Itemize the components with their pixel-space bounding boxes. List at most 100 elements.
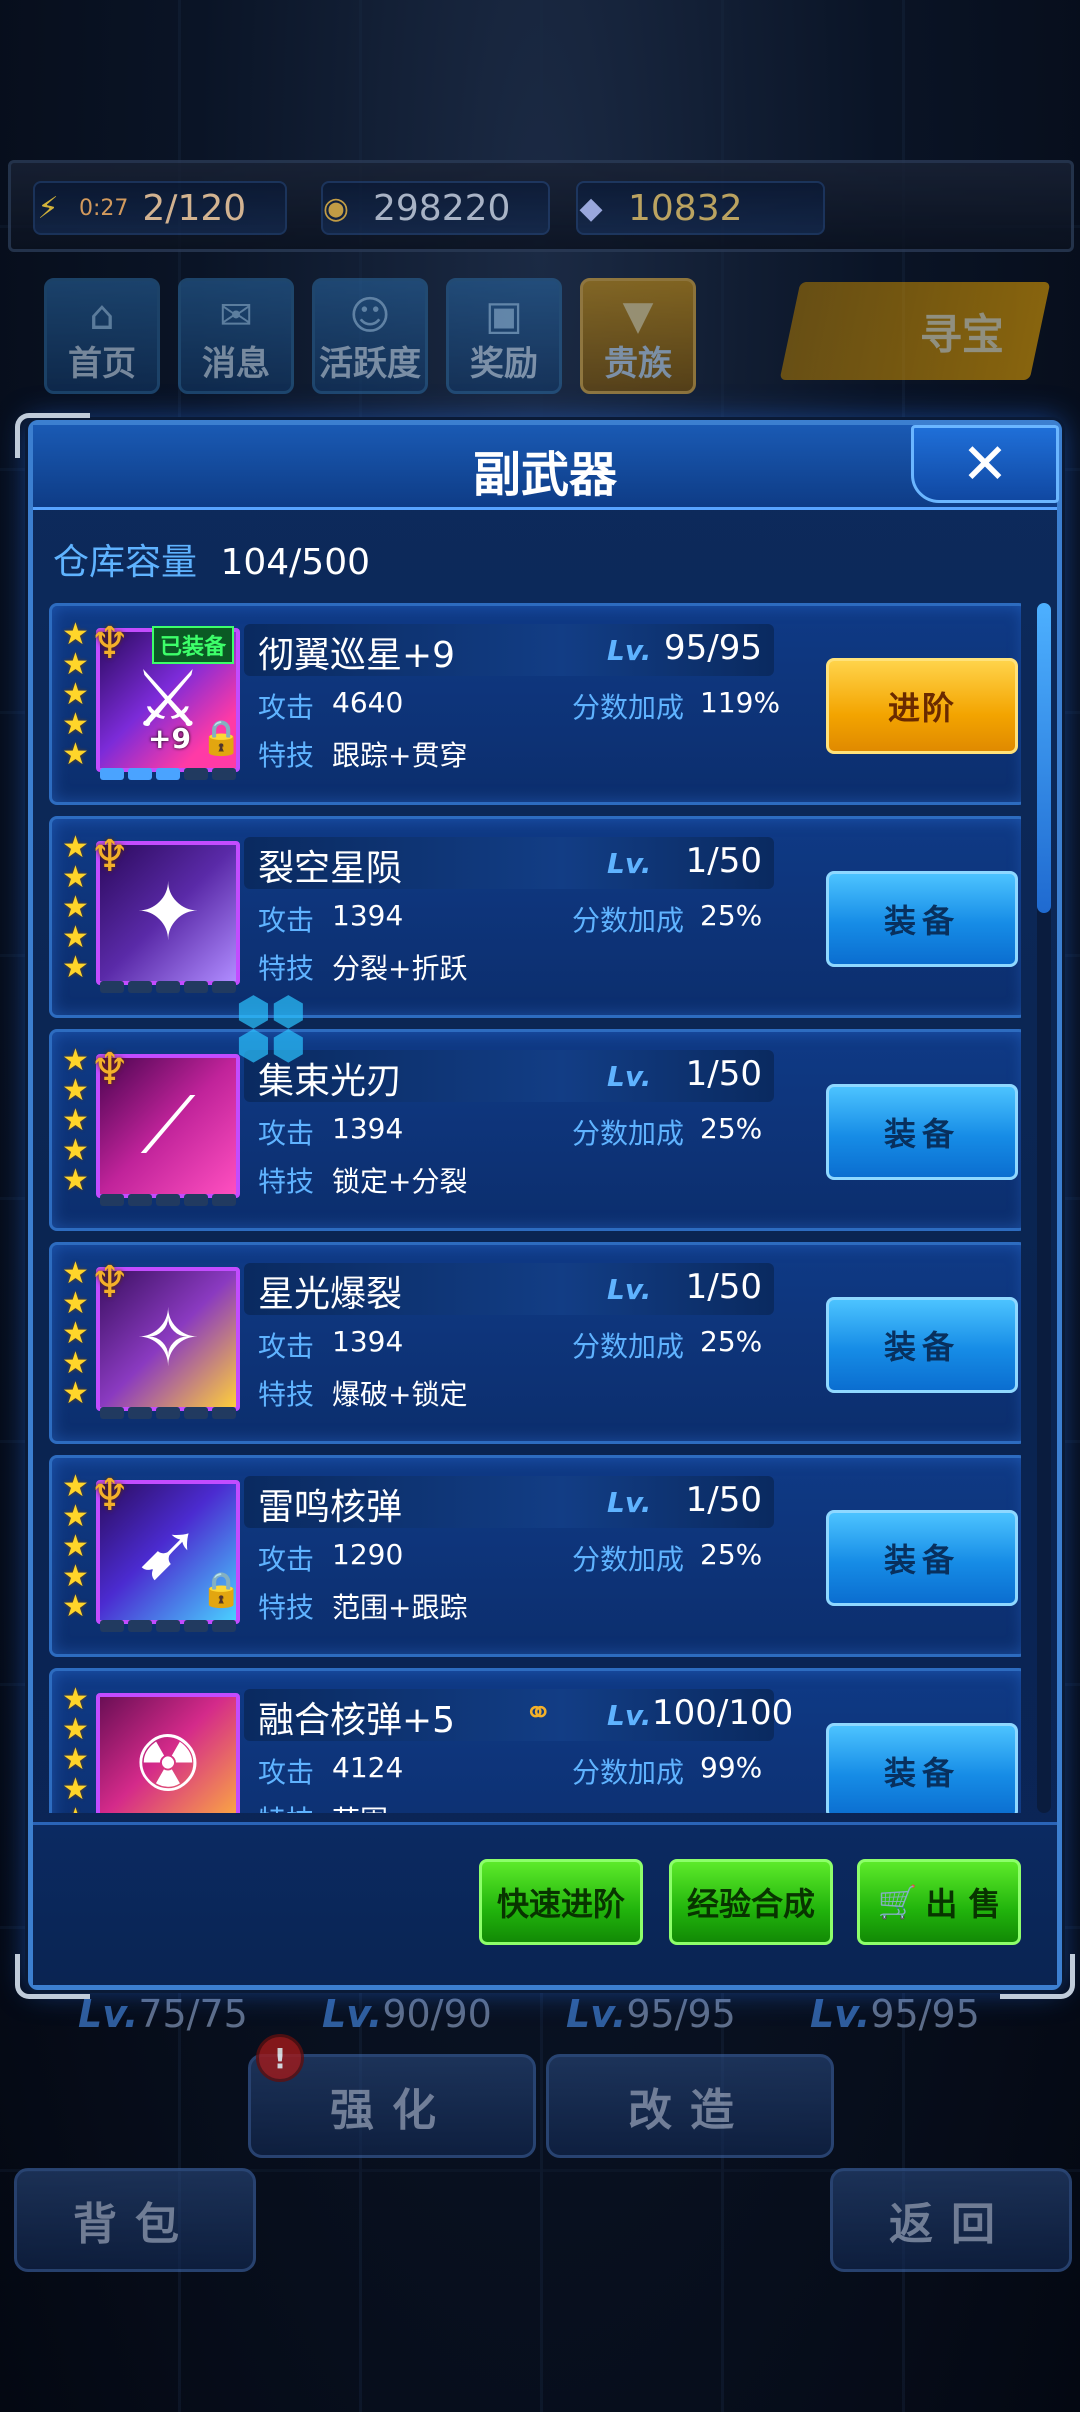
nav-home[interactable]: ⌂ 首页: [44, 278, 160, 394]
bonus-value: 25%: [700, 899, 763, 932]
close-button[interactable]: ✕: [911, 425, 1059, 503]
upgrade-slots: [100, 768, 236, 780]
nav-rewards-label: 奖励: [470, 344, 538, 384]
level-label: Lv.: [607, 1273, 652, 1306]
capacity-value: 104/500: [220, 542, 371, 583]
gem-value: 10832: [628, 187, 743, 229]
slot: [100, 768, 124, 780]
skill-value: 爆破+锁定: [332, 1378, 468, 1411]
skill-label: 特技: [258, 952, 315, 985]
coin-icon: ◉: [322, 190, 350, 226]
coin-display[interactable]: ◉ 298220: [321, 181, 550, 235]
lock-icon: 🔒: [200, 718, 243, 758]
attack-label: 攻击: [258, 691, 315, 724]
treasure-label: 寻宝: [919, 309, 1004, 359]
nav-rewards[interactable]: ▣ 奖励: [446, 278, 562, 394]
skill-value: 分裂+折跃: [332, 952, 468, 985]
panel-title: 副武器: [472, 447, 617, 503]
slot: [184, 1407, 208, 1419]
attack-value: 1394: [332, 1325, 404, 1358]
quick-advance-button[interactable]: 快速进阶: [479, 1859, 643, 1945]
alert-badge: !: [256, 2034, 304, 2082]
star-icon: ★: [62, 950, 89, 985]
cart-icon: 🛒: [877, 1883, 918, 1921]
equip-button[interactable]: 装备: [826, 1297, 1018, 1393]
equip-button[interactable]: 装备: [826, 1723, 1018, 1813]
skill-label: 特技: [258, 739, 315, 772]
bonus-value: 99%: [700, 1751, 763, 1784]
star-icon: ★: [62, 1712, 89, 1747]
star-icon: ★: [62, 677, 89, 712]
nav-noble[interactable]: ▼ 贵族: [580, 278, 696, 394]
energy-display[interactable]: ⚡ 0:27 2/120: [33, 181, 287, 235]
list-item[interactable]: ➹ ★ ★ ★ ★ ★ ♆ 🔒 雷鸣核弹 Lv. 1/50 攻击 1290 分数加成 2…: [49, 1455, 1021, 1657]
scrollbar-thumb[interactable]: [1037, 603, 1051, 913]
rank-emblem-icon: ♆: [90, 1044, 130, 1095]
level-value: 100/100: [652, 1693, 794, 1733]
capacity-label: 仓库容量: [53, 542, 198, 583]
slot: [100, 981, 124, 993]
advance-button[interactable]: 进阶: [826, 658, 1018, 754]
star-icon: ★: [62, 707, 89, 742]
coin-value: 298220: [373, 187, 511, 229]
upgrade-slots: [100, 1407, 236, 1419]
slot: [156, 768, 180, 780]
level-value: 1/50: [685, 1267, 762, 1307]
weapon-thumbnail[interactable]: ☢: [96, 1693, 240, 1813]
back-button[interactable]: 返回: [830, 2168, 1072, 2272]
energy-timer: 0:27: [79, 195, 129, 221]
bg-level-4: Lv.95/95: [810, 1992, 980, 2036]
equip-button[interactable]: 装备: [826, 1084, 1018, 1180]
level-label: Lv.: [607, 1486, 652, 1519]
bonus-label: 分数加成: [572, 1330, 685, 1363]
slot: [100, 1620, 124, 1632]
rank-emblem-icon: ♆: [90, 1470, 130, 1521]
link-icon: ⚭: [524, 1693, 553, 1733]
weapon-list[interactable]: ⚔ ★ ★ ★ ★ ★ ♆ 已装备 +9 🔒 彻翼巡星+9 Lv. 95/95 攻击 4…: [49, 603, 1021, 1813]
treasure-button[interactable]: 寻宝: [779, 282, 1051, 380]
nav-activity[interactable]: ☺ 活跃度: [312, 278, 428, 394]
nav-activity-label: 活跃度: [319, 344, 421, 384]
slot: [128, 768, 152, 780]
energy-value: 2/120: [142, 187, 247, 229]
close-icon: ✕: [961, 431, 1009, 497]
star-icon: ★: [62, 1316, 89, 1351]
list-item[interactable]: ☢ ★★★★★ 融合核弹+5 ⚭ Lv. 100/100 攻击 4124 分数加…: [49, 1668, 1021, 1813]
star-rating: ★★★★★: [62, 1685, 96, 1814]
nav-messages-label: 消息: [202, 344, 270, 384]
rank-emblem-icon: ♆: [90, 618, 130, 669]
bg-level-2: Lv.90/90: [322, 1992, 492, 2036]
star-icon: ★: [62, 1133, 89, 1168]
star-icon: ★: [62, 1346, 89, 1381]
list-item[interactable]: ⟋ ★ ★ ★ ★ ★ ♆ 集束光刃 Lv. 1/50 攻击 1394 分数加成 25%…: [49, 1029, 1021, 1231]
upgrade-slots: [100, 1620, 236, 1632]
upgrade-slots: [100, 981, 236, 993]
rank-emblem-icon: ♆: [90, 831, 130, 882]
nav-messages[interactable]: ✉ 消息: [178, 278, 294, 394]
list-item[interactable]: ✧ ★ ★ ★ ★ ★ ♆ 星光爆裂 Lv. 1/50 攻击 1394 分数加成 25%…: [49, 1242, 1021, 1444]
equip-button[interactable]: 装备: [826, 1510, 1018, 1606]
star-icon: ★: [62, 1376, 89, 1411]
gem-display[interactable]: ◆ 10832: [576, 181, 825, 235]
slot: [128, 1620, 152, 1632]
bag-button[interactable]: 背包: [14, 2168, 256, 2272]
slot: [128, 1194, 152, 1206]
slot: [156, 1620, 180, 1632]
sell-label: 出 售: [925, 1885, 1001, 1923]
mail-icon: ✉: [219, 293, 253, 339]
exp-merge-button[interactable]: 经验合成: [669, 1859, 833, 1945]
slot: [212, 768, 236, 780]
nav-home-label: 首页: [68, 344, 136, 384]
equip-button[interactable]: 装备: [826, 871, 1018, 967]
modify-button[interactable]: 改造: [546, 2054, 834, 2158]
slot: [184, 768, 208, 780]
sell-button[interactable]: 🛒 出 售: [857, 1859, 1021, 1945]
list-item[interactable]: ✦ ★ ★ ★ ★ ★ ♆ 裂空星陨 Lv. 1/50 攻击 1394 分数加成 25%…: [49, 816, 1021, 1018]
crest-icon: ▼: [622, 293, 654, 339]
list-item[interactable]: ⚔ ★ ★ ★ ★ ★ ♆ 已装备 +9 🔒 彻翼巡星+9 Lv. 95/95 攻击 4…: [49, 603, 1021, 805]
scrollbar[interactable]: [1037, 603, 1051, 1813]
attack-label: 攻击: [258, 1117, 315, 1150]
bonus-value: 25%: [700, 1538, 763, 1571]
nuke-icon: ☢: [133, 1720, 203, 1810]
slot: [128, 981, 152, 993]
